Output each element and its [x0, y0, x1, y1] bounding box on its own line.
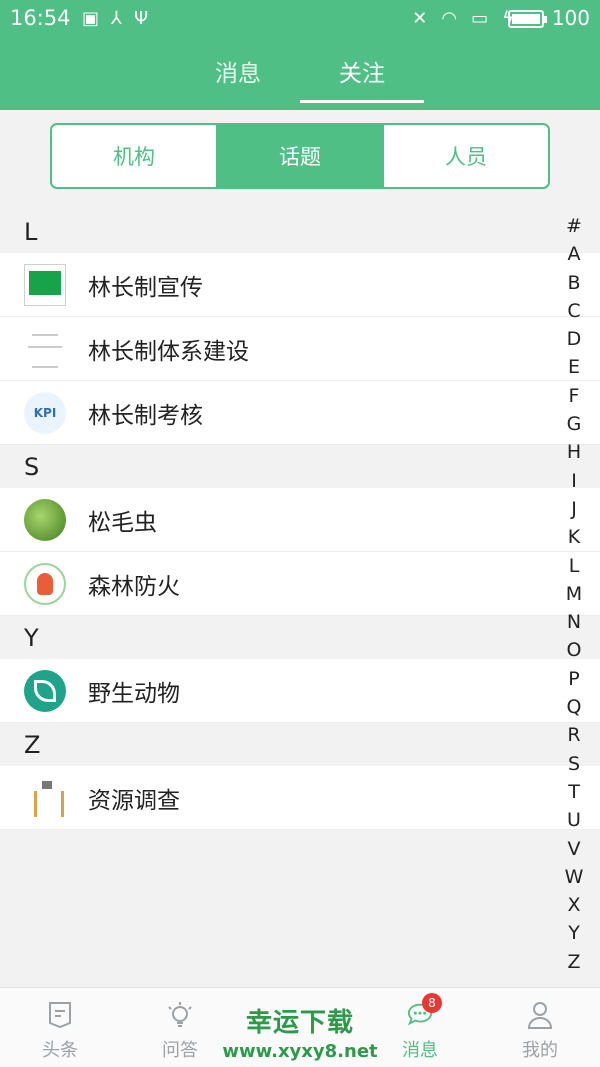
index-letter[interactable]: J — [564, 495, 584, 523]
lightbulb-icon — [166, 1000, 194, 1030]
survey-icon — [24, 777, 66, 819]
topic-thumbnail-icon — [24, 263, 66, 306]
section-header-z: Z — [24, 730, 41, 759]
section-header-l: L — [24, 217, 38, 246]
unread-badge: 8 — [422, 993, 442, 1013]
status-bar: 16:54 ▣ ⅄ Ψ ✕ ◠ ▭ ϟ 100 — [0, 0, 600, 38]
index-letter[interactable]: O — [564, 636, 584, 664]
nav-profile[interactable]: 我的 — [480, 988, 600, 1067]
screen-icon: ▭ — [471, 8, 489, 29]
fire-prevention-icon — [24, 562, 66, 605]
index-letter[interactable]: L — [564, 552, 584, 580]
index-letter[interactable]: S — [564, 750, 584, 778]
battery-icon — [508, 10, 547, 28]
topic-label: 林长制宣传 — [88, 274, 203, 301]
kpi-icon: KPI — [24, 391, 66, 434]
index-letter[interactable]: C — [564, 297, 584, 325]
status-left-icons: ▣ ⅄ Ψ — [82, 8, 148, 29]
active-tab-indicator — [300, 100, 424, 103]
index-letter[interactable]: E — [564, 353, 584, 381]
index-letter[interactable]: Z — [564, 948, 584, 976]
list-item[interactable]: 野生动物 — [0, 659, 600, 723]
watermark-url: www.xyxy8.net — [222, 1041, 378, 1062]
index-letter[interactable]: I — [564, 467, 584, 495]
news-app-icon: ▣ — [82, 8, 100, 29]
index-letter[interactable]: D — [564, 325, 584, 353]
index-letter[interactable]: T — [564, 778, 584, 806]
list-item[interactable]: KPI 林长制考核 — [0, 381, 600, 445]
list-item[interactable]: 森林防火 — [0, 552, 600, 616]
app-header: 16:54 ▣ ⅄ Ψ ✕ ◠ ▭ ϟ 100 消息 关注 — [0, 0, 600, 110]
index-letter[interactable]: V — [564, 835, 584, 863]
battery-level: 100 — [551, 6, 590, 30]
index-letter[interactable]: B — [564, 269, 584, 297]
segment-people[interactable]: 人员 — [382, 125, 548, 187]
index-letter[interactable]: P — [564, 665, 584, 693]
topic-label: 松毛虫 — [88, 509, 157, 536]
nav-headlines[interactable]: 头条 — [0, 988, 120, 1067]
index-letter[interactable]: G — [564, 410, 584, 438]
nav-label: 头条 — [42, 1040, 78, 1061]
caterpillar-icon — [24, 498, 66, 541]
share-icon: ⅄ — [111, 8, 123, 29]
index-letter[interactable]: Q — [564, 693, 584, 721]
wifi-icon: ◠ — [441, 8, 458, 29]
segment-organizations[interactable]: 机构 — [52, 125, 216, 187]
alphabet-index-bar[interactable]: # A B C D E F G H I J K L M N O P Q R S … — [564, 212, 584, 976]
index-letter[interactable]: Y — [564, 919, 584, 947]
mute-icon: ✕ — [412, 8, 428, 29]
nav-label: 我的 — [522, 1040, 558, 1061]
topic-label: 林长制体系建设 — [88, 338, 249, 365]
person-icon — [526, 1000, 554, 1030]
section-header-s: S — [24, 452, 40, 481]
tab-messages[interactable]: 消息 — [178, 54, 298, 88]
topic-label: 野生动物 — [88, 680, 180, 707]
tab-following[interactable]: 关注 — [302, 54, 422, 88]
topic-list: L 林长制宣传 林长制体系建设 KPI 林长制考核 S 松毛虫 森林防火 Y 野… — [0, 210, 600, 830]
category-segmented-control: 机构 话题 人员 — [50, 123, 550, 189]
watermark-title: 幸运下载 — [245, 1008, 354, 1038]
section-header-y: Y — [24, 623, 39, 652]
segment-topics[interactable]: 话题 — [216, 125, 382, 187]
nav-label: 消息 — [402, 1040, 438, 1061]
index-letter[interactable]: # — [564, 212, 584, 240]
index-letter[interactable]: N — [564, 608, 584, 636]
index-letter[interactable]: F — [564, 382, 584, 410]
topic-label: 森林防火 — [88, 573, 180, 600]
index-letter[interactable]: H — [564, 438, 584, 466]
index-letter[interactable]: W — [564, 863, 584, 891]
index-letter[interactable]: U — [564, 806, 584, 834]
index-letter[interactable]: R — [564, 721, 584, 749]
list-item[interactable]: 林长制宣传 — [0, 253, 600, 317]
topic-label: 资源调查 — [88, 787, 180, 814]
status-right-icons: ✕ ◠ ▭ ϟ — [412, 8, 514, 29]
list-item[interactable]: 松毛虫 — [0, 488, 600, 552]
index-letter[interactable]: A — [564, 240, 584, 268]
usb-icon: Ψ — [134, 8, 149, 29]
index-letter[interactable]: M — [564, 580, 584, 608]
nav-label: 问答 — [162, 1040, 198, 1061]
top-tabs: 消息 关注 — [0, 42, 600, 104]
topic-label: 林长制考核 — [88, 402, 203, 429]
index-letter[interactable]: X — [564, 891, 584, 919]
topic-thumbnail-icon — [24, 328, 66, 370]
list-item[interactable]: 林长制体系建设 — [0, 317, 600, 381]
index-letter[interactable]: K — [564, 523, 584, 551]
status-time: 16:54 — [10, 6, 71, 30]
wildlife-icon — [24, 669, 66, 712]
headline-icon — [46, 1000, 74, 1030]
list-item[interactable]: 资源调查 — [0, 766, 600, 830]
watermark-logo: 幸运下载 www.xyxy8.net — [200, 1002, 400, 1064]
